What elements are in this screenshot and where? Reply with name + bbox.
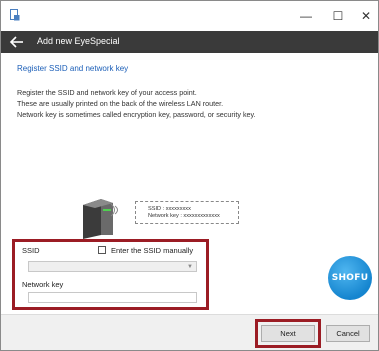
description-line: Register the SSID and network key of you…	[17, 88, 197, 97]
network-key-label: Network key	[22, 280, 64, 289]
callout-network-key: Network key : xxxxxxxxxxxxx	[148, 213, 220, 219]
app-icon	[10, 9, 20, 21]
page-title: Add new EyeSpecial	[37, 36, 120, 46]
footer-bar	[1, 314, 378, 350]
close-icon: ✕	[360, 9, 372, 23]
label-callout: SSID : xxxxxxxxx Network key : xxxxxxxxx…	[135, 201, 239, 224]
ssid-manual-label[interactable]: Enter the SSID manually	[111, 246, 193, 255]
ssid-manual-checkbox[interactable]	[98, 246, 106, 254]
close-button[interactable]: ✕	[351, 5, 378, 27]
next-button[interactable]: Next	[261, 325, 315, 342]
description-line: Network key is sometimes called encrypti…	[17, 110, 256, 119]
title-bar: — ☐ ✕	[1, 1, 378, 31]
shofu-logo: SHOFU	[328, 256, 372, 300]
network-key-input[interactable]	[28, 292, 197, 303]
description-text: Register the SSID and network key of you…	[17, 87, 256, 120]
cancel-button[interactable]: Cancel	[326, 325, 370, 342]
callout-ssid: SSID : xxxxxxxxx	[148, 206, 191, 212]
ssid-select[interactable]: ▼	[28, 261, 197, 272]
minimize-button[interactable]: —	[291, 5, 321, 27]
section-title: Register SSID and network key	[17, 64, 129, 73]
ssid-label: SSID	[22, 246, 40, 255]
chevron-down-icon: ▼	[187, 264, 193, 270]
back-arrow-icon[interactable]	[9, 34, 25, 50]
minimize-icon: —	[300, 9, 312, 23]
header-bar: Add new EyeSpecial	[1, 31, 378, 53]
dialog-window: — ☐ ✕ Add new EyeSpecial Register SSID a…	[0, 0, 379, 351]
wifi-signal-icon	[110, 203, 118, 217]
maximize-icon: ☐	[332, 9, 344, 23]
maximize-button[interactable]: ☐	[323, 5, 353, 27]
logo-text: SHOFU	[331, 273, 369, 283]
description-line: These are usually printed on the back of…	[17, 99, 224, 108]
